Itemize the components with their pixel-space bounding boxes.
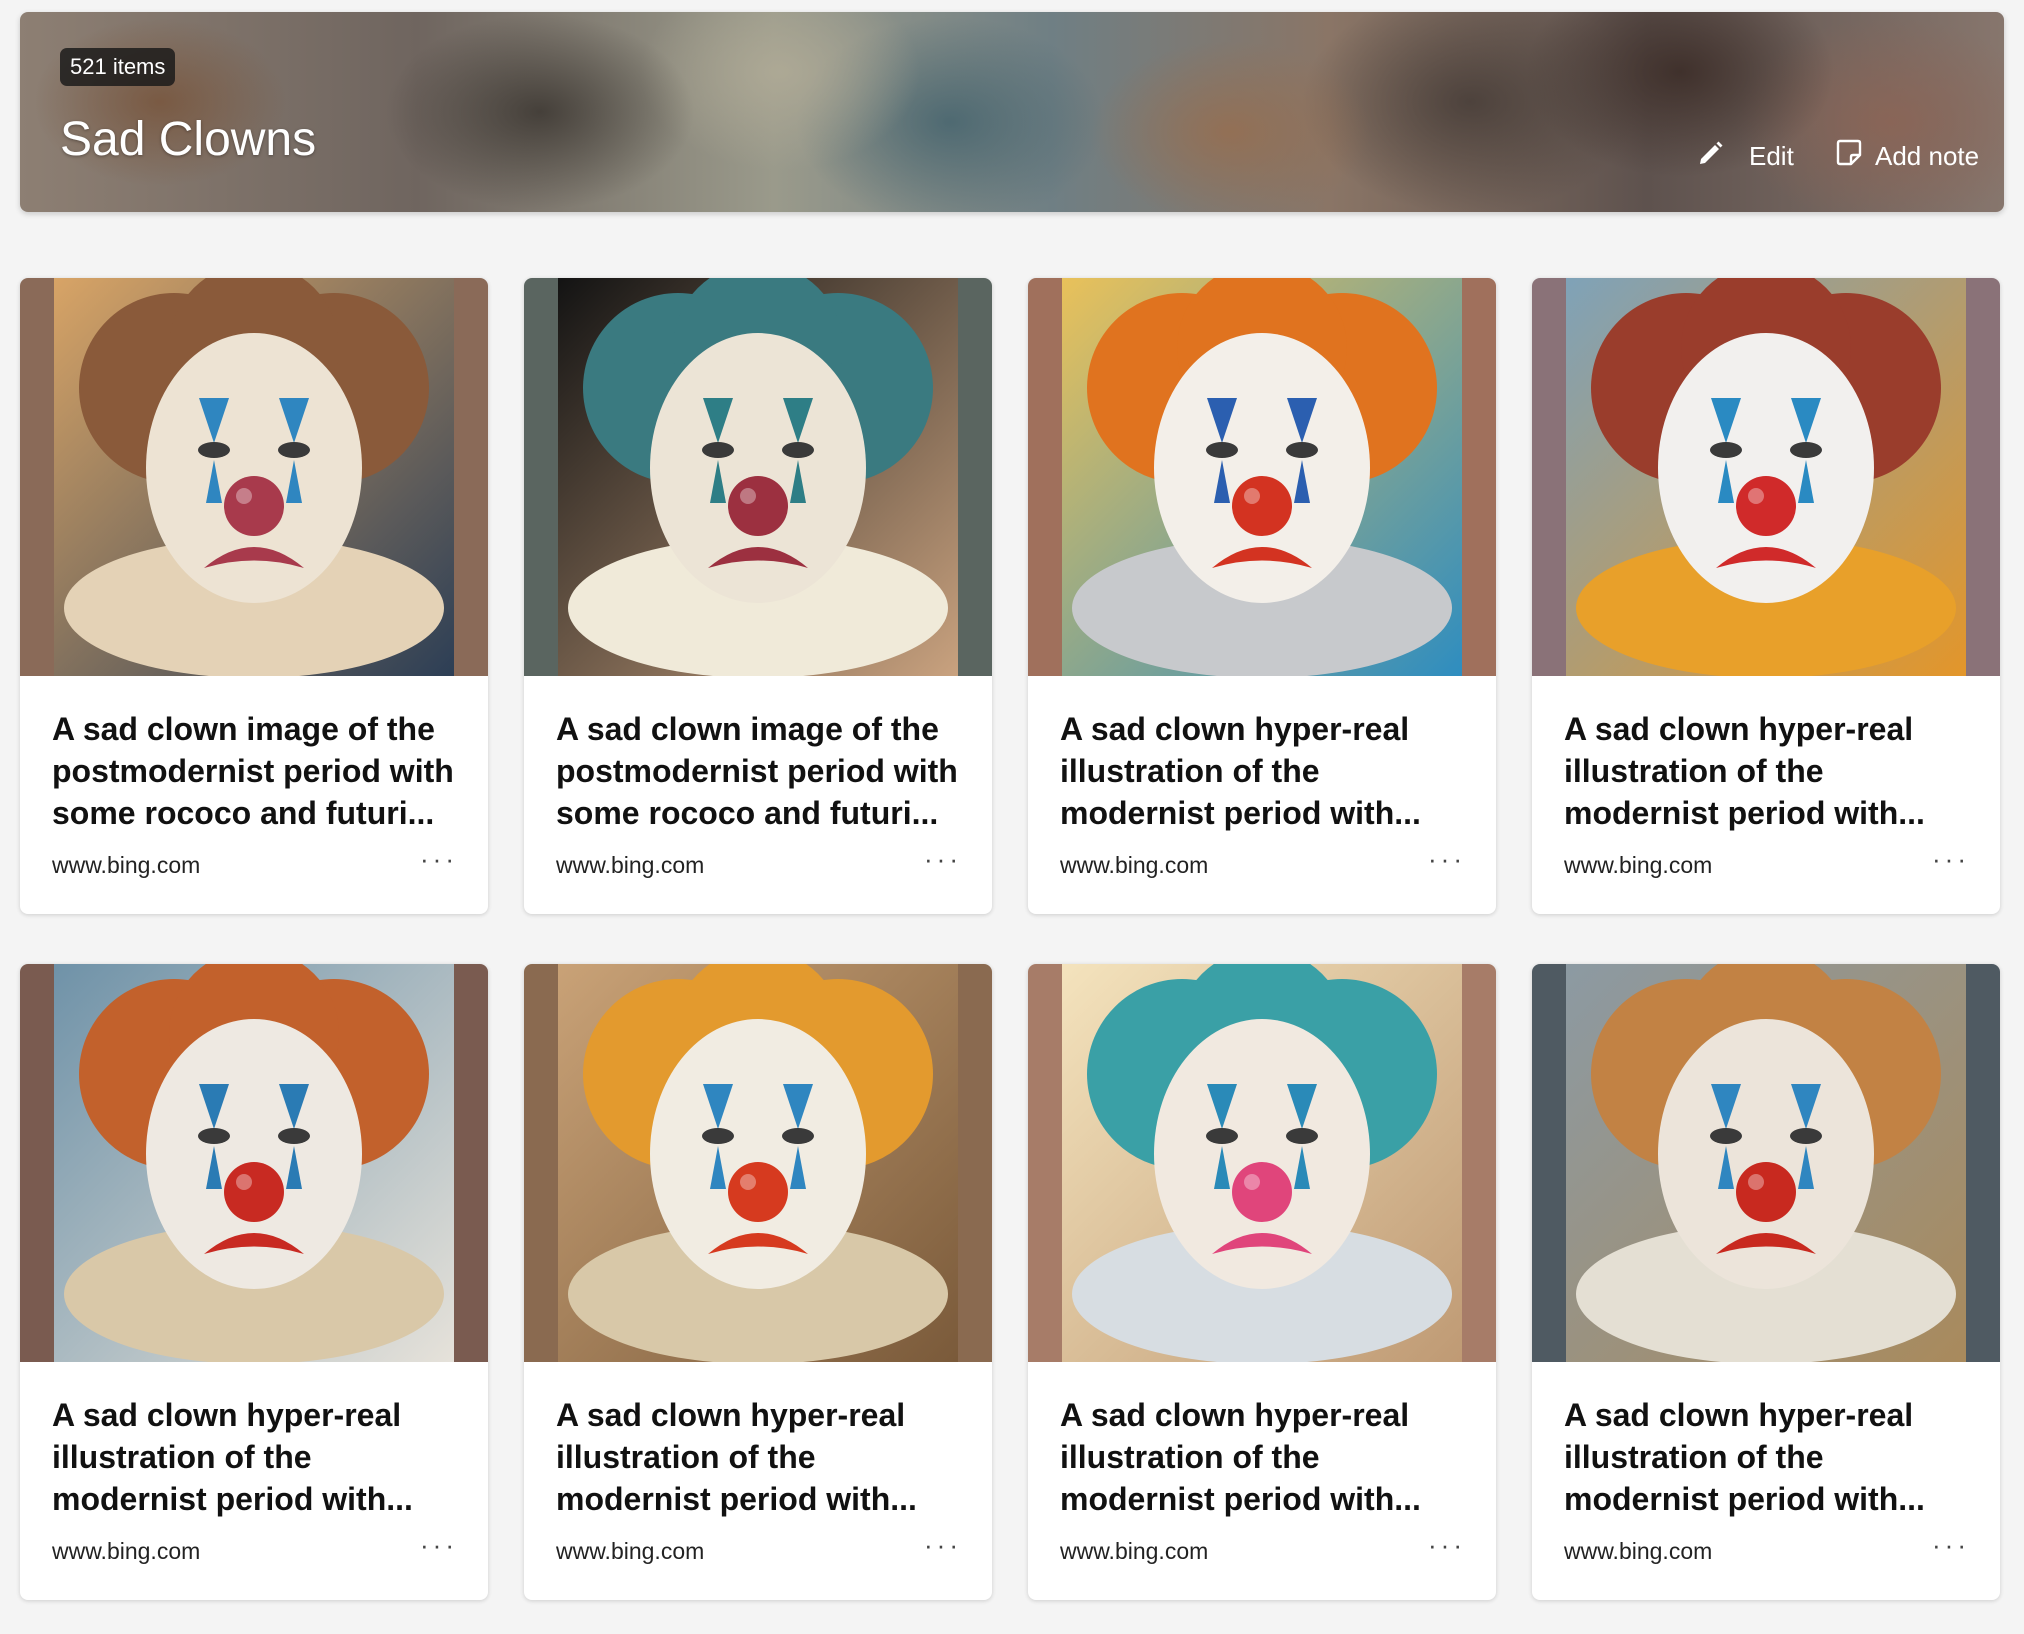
card-title[interactable]: A sad clown hyper-real illustration of t…	[1060, 708, 1470, 834]
clown-image	[54, 278, 454, 676]
add-note-button[interactable]: Add note	[1833, 136, 1979, 176]
edit-button[interactable]: Edit	[1695, 136, 1794, 176]
card-title[interactable]: A sad clown image of the postmodernist p…	[556, 708, 966, 834]
more-options-icon[interactable]: ···	[420, 844, 458, 875]
clown-image	[558, 278, 958, 676]
card-thumbnail[interactable]	[1028, 964, 1496, 1362]
card-thumbnail[interactable]	[20, 964, 488, 1362]
clown-image	[1566, 964, 1966, 1362]
more-options-icon[interactable]: ···	[924, 844, 962, 875]
collection-header: 521 items Sad Clowns Edit Add note	[20, 12, 2004, 212]
card-thumbnail[interactable]	[1028, 278, 1496, 676]
pencil-icon	[1695, 137, 1727, 176]
image-card[interactable]: A sad clown hyper-real illustration of t…	[1532, 278, 2000, 914]
more-options-icon[interactable]: ···	[1932, 1530, 1970, 1561]
card-source[interactable]: www.bing.com	[1060, 1538, 1208, 1565]
card-title[interactable]: A sad clown hyper-real illustration of t…	[1564, 1394, 1974, 1520]
more-options-icon[interactable]: ···	[1932, 844, 1970, 875]
card-thumbnail[interactable]	[1532, 278, 2000, 676]
clown-image	[1062, 964, 1462, 1362]
edit-label: Edit	[1749, 140, 1794, 171]
more-options-icon[interactable]: ···	[420, 1530, 458, 1561]
card-source[interactable]: www.bing.com	[556, 1538, 704, 1565]
more-options-icon[interactable]: ···	[924, 1530, 962, 1561]
image-grid: A sad clown image of the postmodernist p…	[20, 278, 2004, 1600]
card-title[interactable]: A sad clown hyper-real illustration of t…	[556, 1394, 966, 1520]
note-icon	[1833, 137, 1865, 176]
image-card[interactable]: A sad clown image of the postmodernist p…	[20, 278, 488, 914]
card-title[interactable]: A sad clown hyper-real illustration of t…	[1564, 708, 1974, 834]
card-source[interactable]: www.bing.com	[1564, 1538, 1712, 1565]
clown-image	[54, 964, 454, 1362]
image-card[interactable]: A sad clown hyper-real illustration of t…	[1028, 278, 1496, 914]
card-source[interactable]: www.bing.com	[52, 1538, 200, 1565]
image-card[interactable]: A sad clown hyper-real illustration of t…	[1028, 964, 1496, 1600]
card-thumbnail[interactable]	[1532, 964, 2000, 1362]
card-title[interactable]: A sad clown hyper-real illustration of t…	[1060, 1394, 1470, 1520]
clown-image	[1566, 278, 1966, 676]
image-card[interactable]: A sad clown hyper-real illustration of t…	[1532, 964, 2000, 1600]
more-options-icon[interactable]: ···	[1428, 1530, 1466, 1561]
collection-title: Sad Clowns	[60, 113, 317, 166]
clown-image	[1062, 278, 1462, 676]
card-source[interactable]: www.bing.com	[52, 852, 200, 879]
image-card[interactable]: A sad clown hyper-real illustration of t…	[524, 964, 992, 1600]
card-thumbnail[interactable]	[524, 964, 992, 1362]
add-note-label: Add note	[1875, 140, 1980, 171]
more-options-icon[interactable]: ···	[1428, 844, 1466, 875]
card-source[interactable]: www.bing.com	[1564, 852, 1712, 879]
item-count-badge: 521 items	[60, 48, 176, 86]
clown-image	[558, 964, 958, 1362]
card-source[interactable]: www.bing.com	[1060, 852, 1208, 879]
card-title[interactable]: A sad clown image of the postmodernist p…	[52, 708, 462, 834]
image-card[interactable]: A sad clown image of the postmodernist p…	[524, 278, 992, 914]
card-source[interactable]: www.bing.com	[556, 852, 704, 879]
card-thumbnail[interactable]	[524, 278, 992, 676]
image-card[interactable]: A sad clown hyper-real illustration of t…	[20, 964, 488, 1600]
card-title[interactable]: A sad clown hyper-real illustration of t…	[52, 1394, 462, 1520]
card-thumbnail[interactable]	[20, 278, 488, 676]
